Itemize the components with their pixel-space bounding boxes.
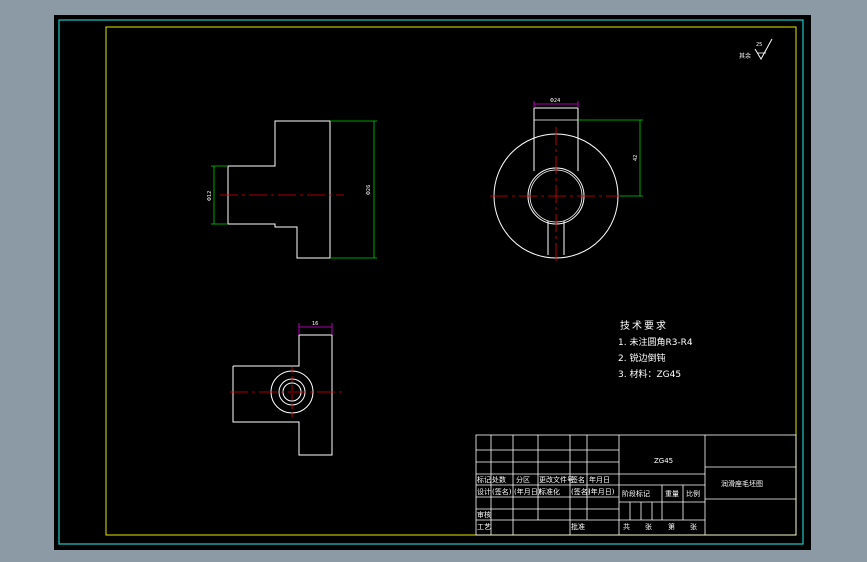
design-date: (年月日) — [514, 487, 541, 496]
sheet-total-unit: 张 — [645, 522, 652, 531]
tech-requirements: 技术要求 1. 未注圆角R3-R4 2. 锐边倒钝 3. 材料：ZG45 — [618, 319, 693, 380]
row-label-process: 工艺 — [477, 523, 491, 531]
rev-header-zone: 分区 — [516, 475, 530, 484]
row-label-review: 审核 — [477, 510, 491, 519]
stage-header-mark: 阶段标记 — [622, 489, 650, 498]
side-view: 16 — [230, 321, 346, 456]
top-view: Φ24 42 — [490, 98, 643, 265]
standard-date: (年月日) — [588, 487, 615, 496]
title-material: ZG45 — [654, 457, 673, 465]
row-label-mark: 标记 — [477, 475, 491, 484]
stage-header-weight: 重量 — [665, 490, 679, 498]
rev-header-date: 年月日 — [589, 475, 610, 484]
rev-header-doc: 更改文件号 — [539, 475, 574, 484]
surface-finish-symbol: 其余 25 — [739, 38, 773, 61]
rev-header-count: 处数 — [492, 475, 506, 484]
cad-drawing: 其余 25 Φ12 Φ26 Φ24 42 16 技术要求 1. 未注圆角R3-R… — [58, 19, 804, 545]
row-label-design: 设计 — [477, 487, 491, 496]
dim-side-width: 16 — [312, 321, 318, 327]
sheet-outer-frame — [58, 19, 804, 545]
side-view-outline — [232, 334, 333, 456]
tech-requirement-3: 3. 材料：ZG45 — [618, 368, 681, 380]
design-sign: (签名) — [492, 487, 512, 496]
cad-viewport[interactable]: 其余 25 Φ12 Φ26 Φ24 42 16 技术要求 1. 未注圆角R3-R… — [54, 15, 811, 550]
tech-requirement-1: 1. 未注圆角R3-R4 — [618, 336, 693, 348]
dim-top-height: 42 — [633, 155, 639, 161]
sheet-no-label: 第 — [668, 522, 675, 531]
sheet-inner-border — [105, 26, 797, 536]
sheet-no-unit: 张 — [690, 522, 697, 531]
approve-label: 批准 — [571, 522, 585, 531]
stage-header-scale: 比例 — [686, 489, 700, 498]
dim-top-width: Φ24 — [550, 98, 560, 104]
surface-finish-label: 其余 — [739, 52, 751, 60]
surface-finish-value: 25 — [756, 42, 762, 48]
front-view-outline — [227, 120, 331, 259]
sheet-total-label: 共 — [623, 522, 630, 531]
rev-header-sign: 签名 — [571, 475, 585, 484]
tech-requirement-2: 2. 锐边倒钝 — [618, 352, 665, 364]
dim-front-left: Φ12 — [207, 191, 213, 201]
title-drawing-name: 润滑座毛坯图 — [721, 479, 763, 488]
design-standard: 标准化 — [539, 487, 560, 496]
front-view: Φ12 Φ26 — [207, 120, 377, 259]
dim-front-right: Φ26 — [366, 185, 372, 195]
tech-requirements-title: 技术要求 — [620, 319, 668, 332]
